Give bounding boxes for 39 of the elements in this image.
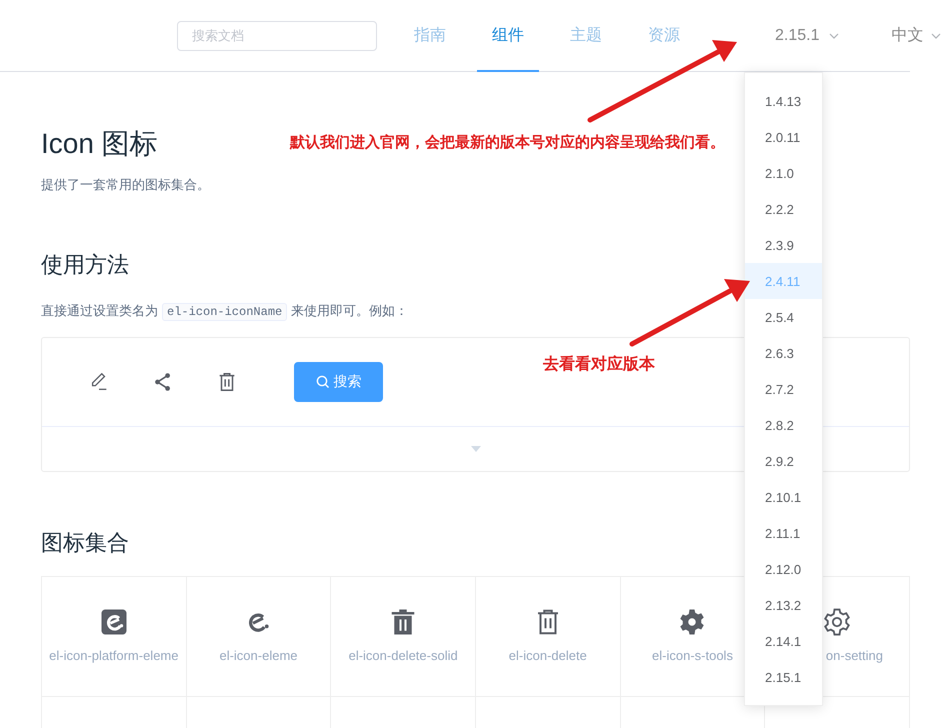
version-option[interactable]: 2.9.2 <box>745 443 822 479</box>
version-option[interactable]: 2.10.1 <box>745 479 822 515</box>
version-option[interactable]: 2.15.1 <box>745 659 822 695</box>
version-option[interactable]: 2.12.0 <box>745 551 822 587</box>
annotation-text: 默认我们进入官网，会把最新的版本号对应的内容呈现给我们看。 <box>290 133 725 152</box>
section-heading: 使用方法 <box>41 251 129 279</box>
page-subtitle: 提供了一套常用的图标集合。 <box>41 176 210 194</box>
gear-icon <box>822 607 852 637</box>
expand-triangle-icon[interactable] <box>470 446 480 452</box>
version-option[interactable]: 2.11.1 <box>745 515 822 551</box>
version-option[interactable]: 2.8.2 <box>745 407 822 443</box>
version-option[interactable]: 2.3.9 <box>745 227 822 263</box>
version-option[interactable]: 2.7.2 <box>745 371 822 407</box>
icon-name: el-icon-s-tools <box>651 647 734 664</box>
logo-icon <box>98 607 129 637</box>
version-option[interactable]: 2.1.0 <box>745 155 822 191</box>
version-option[interactable]: 2.6.3 <box>745 335 822 371</box>
page-title: Icon 图标 <box>41 127 158 161</box>
icon-name: el-icon-delete-solid <box>348 647 459 664</box>
icon-name: el-icon-delete <box>508 647 588 664</box>
version-option[interactable]: 2.14.1 <box>745 623 822 659</box>
search-field[interactable]: 搜索文档 <box>177 20 377 50</box>
icon-name: el-icon-eleme <box>218 647 299 664</box>
annotation-text: 去看看对应版本 <box>543 354 655 375</box>
version-option[interactable]: 2.13.2 <box>745 587 822 623</box>
icon-name: el-icon-platform-eleme <box>48 647 180 664</box>
version-option[interactable]: 2.5.4 <box>745 299 822 335</box>
search-icon <box>316 375 330 389</box>
version-option[interactable]: 2.0.11 <box>745 119 822 155</box>
version-option[interactable]: 1.4.13 <box>745 83 822 119</box>
version-option[interactable]: 2.2.2 <box>745 191 822 227</box>
chevron-down-icon <box>829 32 840 38</box>
version-selector[interactable]: 2.15.1 <box>775 26 820 44</box>
section-heading: 图标集合 <box>41 529 129 557</box>
usage-text: 直接通过设置类名为 el-icon-iconName 来使用即可。例如： <box>41 302 408 323</box>
icon-name: on-setting <box>824 647 884 664</box>
chevron-down-icon <box>931 32 942 38</box>
nav-link[interactable]: 组件 <box>477 0 539 72</box>
language-selector[interactable]: 中文 <box>891 25 924 46</box>
